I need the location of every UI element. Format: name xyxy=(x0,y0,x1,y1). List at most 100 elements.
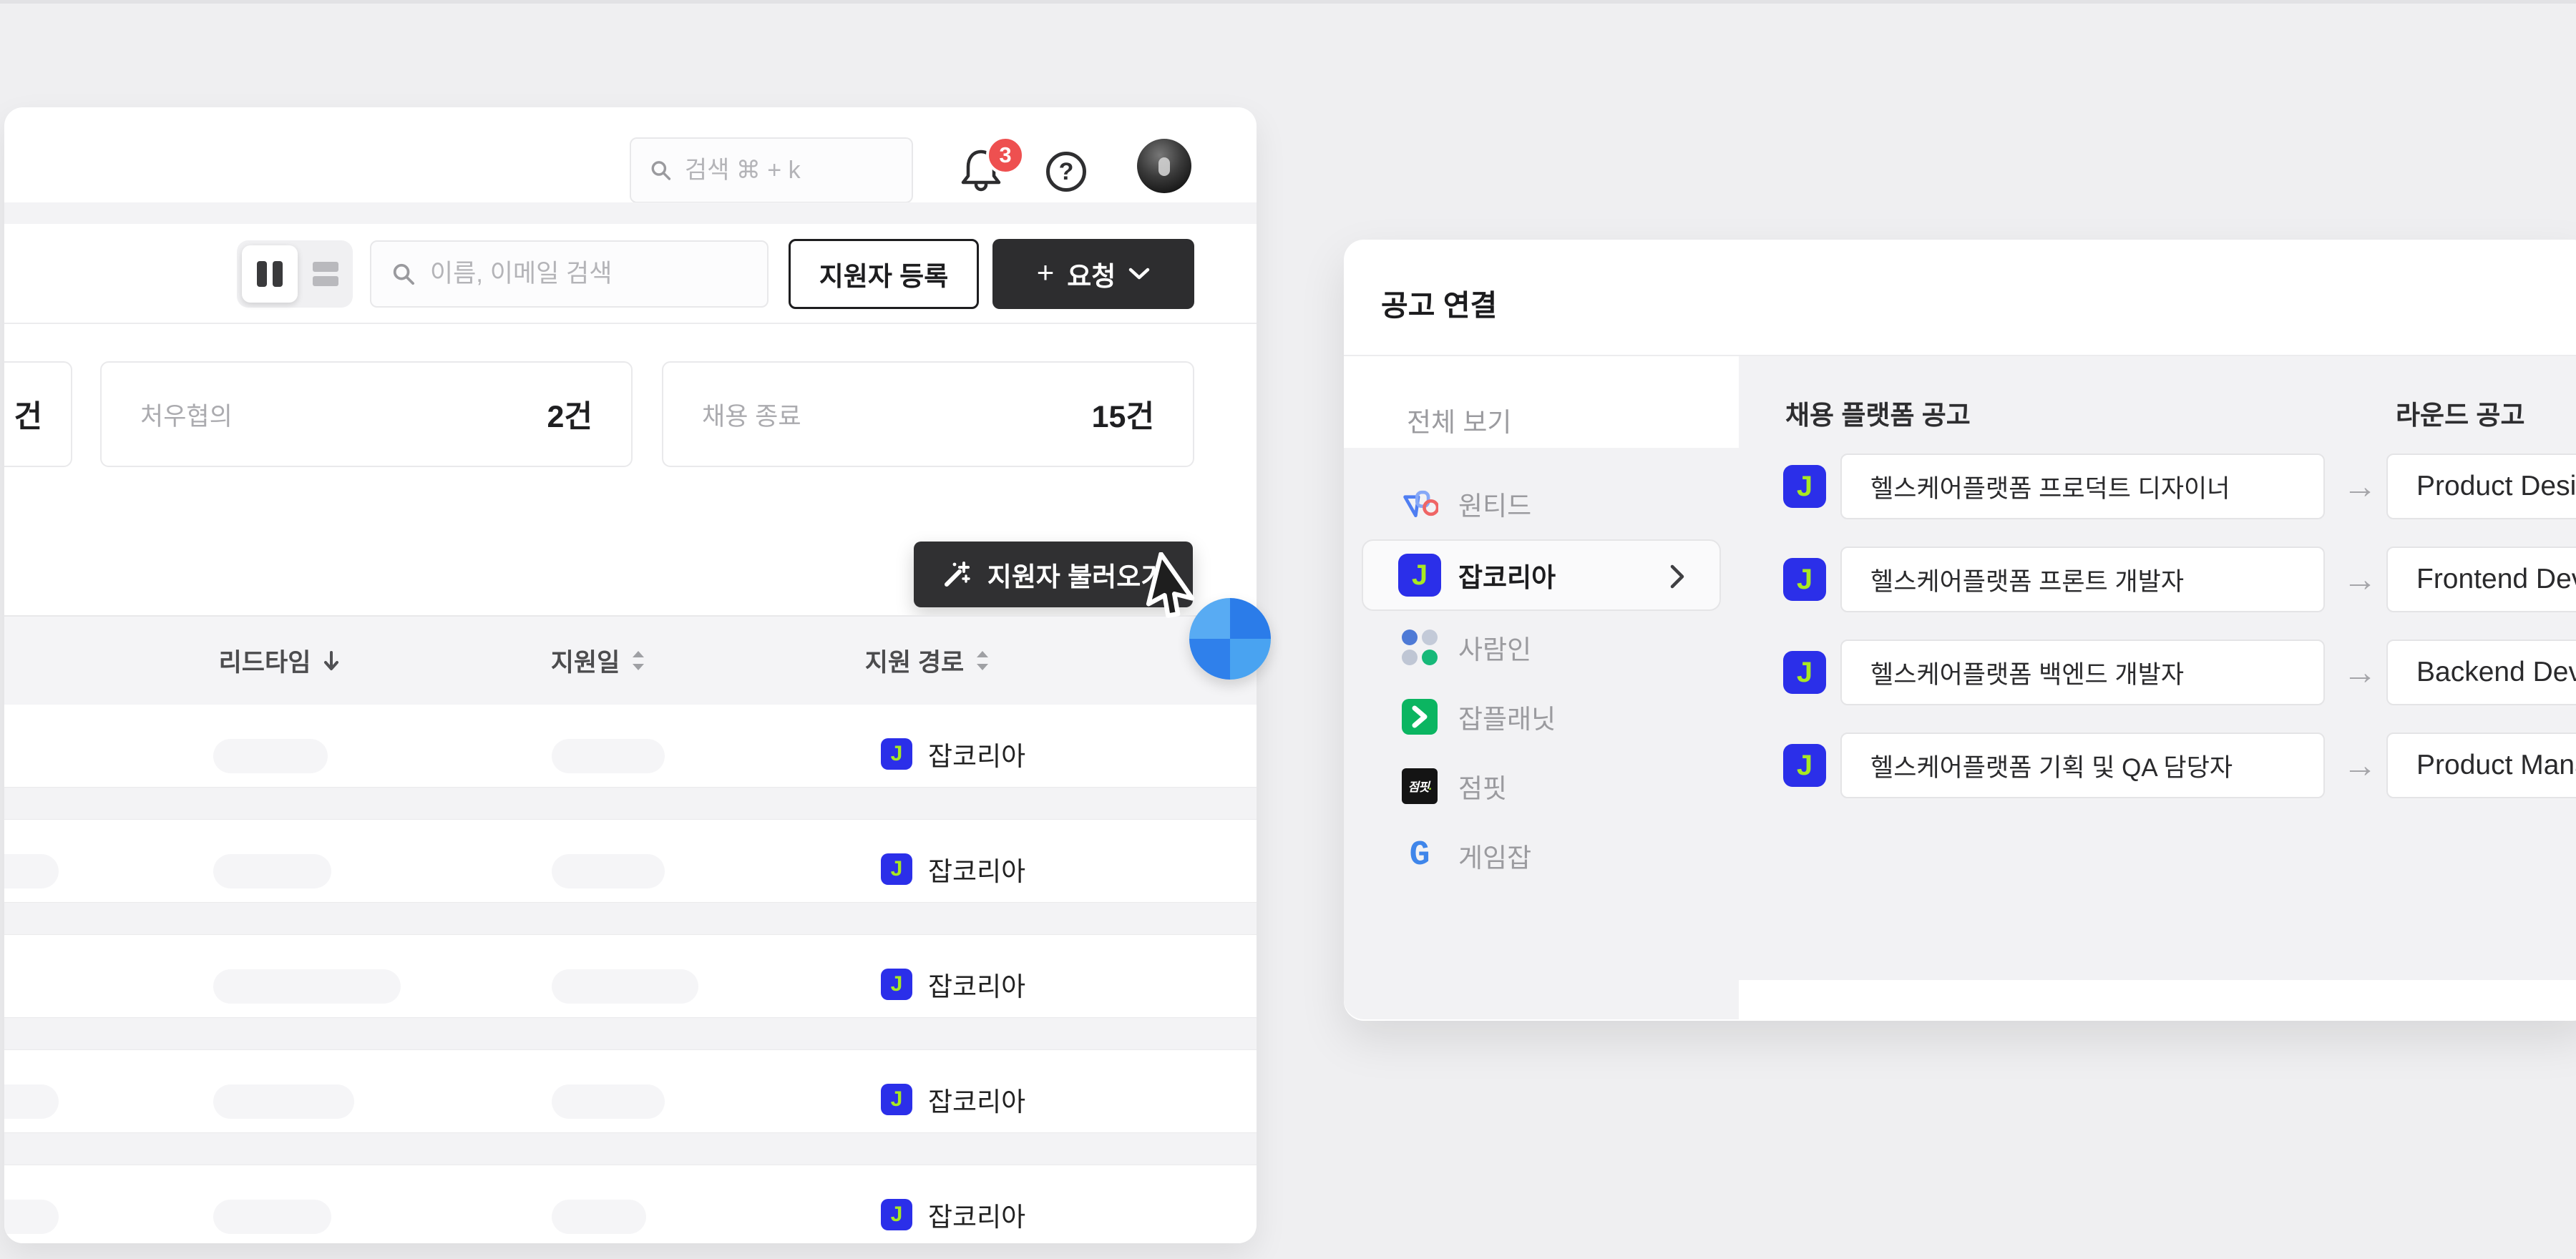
sort-both-icon xyxy=(975,650,990,672)
mouse-cursor-icon xyxy=(1139,552,1208,624)
jobkorea-logo-icon: J xyxy=(1783,558,1826,601)
jobkorea-logo-icon: J xyxy=(1401,557,1438,594)
platform-posting-card[interactable]: 헬스케어플랫폼 프론트 개발자 xyxy=(1840,547,2325,612)
sidebar-item-label: 게임잡 xyxy=(1458,836,1531,875)
table-row[interactable]: J 잡코리아 xyxy=(4,1050,1257,1165)
arrow-right-icon: → xyxy=(2338,640,2381,705)
sidebar-item-label: 사람인 xyxy=(1458,628,1531,667)
platform-posting-card[interactable]: 헬스케어플랫폼 기획 및 QA 담당자 xyxy=(1840,733,2325,798)
posting-connect-modal: 공고 연결 전체 보기 원티드 xyxy=(1344,240,2576,1021)
table-row[interactable]: J 잡코리아 xyxy=(4,935,1257,1050)
modal-body: 전체 보기 원티드 J 잡코리아 xyxy=(1344,356,2576,1019)
posting-mapping-row: J 헬스케어플랫폼 기획 및 QA 담당자 → Product Manager xyxy=(1739,733,2576,798)
sidebar-item-all[interactable]: 전체 보기 xyxy=(1344,356,1739,448)
global-search-input[interactable] xyxy=(685,157,893,185)
table-row[interactable]: J 잡코리아 xyxy=(4,705,1257,820)
global-search-box[interactable] xyxy=(630,137,913,203)
jobkorea-logo-icon: J xyxy=(1783,465,1826,508)
row-separator-band xyxy=(4,1017,1257,1050)
row-separator-band xyxy=(4,902,1257,935)
apply-source-cell: J 잡코리아 xyxy=(881,965,1025,1004)
sidebar-item-jobplanet[interactable]: 잡플래닛 xyxy=(1344,682,1739,751)
applicant-search-input[interactable] xyxy=(430,260,747,288)
skeleton-pill xyxy=(4,1200,59,1234)
sidebar-item-wanted[interactable]: 원티드 xyxy=(1344,469,1739,538)
search-icon xyxy=(650,157,672,183)
kanban-view-button[interactable] xyxy=(242,245,298,303)
arrow-right-icon: → xyxy=(2338,733,2381,798)
posting-mapping-row: J 헬스케어플랫폼 프로덕트 디자이너 → Product Designer xyxy=(1739,454,2576,519)
page: { "colors": { "page_bg": "#EFEFF1", "acc… xyxy=(0,0,2576,1259)
skeleton-pill xyxy=(4,1084,59,1119)
sidebar-item-gamejob[interactable]: G 게임잡 xyxy=(1344,820,1739,890)
posting-mapping-panel: 채용 플랫폼 공고 라운드 공고 J 헬스케어플랫폼 프로덕트 디자이너 → P… xyxy=(1739,356,2576,1019)
sidebar-item-label: 점핏 xyxy=(1458,767,1507,805)
column-header-leadtime[interactable]: 리드타임 xyxy=(176,617,384,705)
round-posting-card[interactable]: Product Manager xyxy=(2386,733,2576,798)
sidebar-item-jumpit[interactable]: 점핏. 점핏 xyxy=(1344,751,1739,820)
row-separator-band xyxy=(4,787,1257,820)
status-card-closed[interactable]: 채용 종료 15건 xyxy=(662,361,1194,467)
saramin-logo-icon xyxy=(1401,629,1438,666)
help-button[interactable]: ? xyxy=(1046,152,1086,192)
round-posting-card[interactable]: Backend Developer xyxy=(2386,640,2576,705)
request-button-label: 요청 xyxy=(1067,255,1116,293)
skeleton-pill xyxy=(213,739,328,773)
status-card-value: 건 xyxy=(14,392,42,436)
applicant-list-window: 3 ? 지원자 등록 + 요청 건 처우협의 2 xyxy=(4,107,1257,1243)
column-header-apply-source[interactable]: 지원 경로 xyxy=(820,617,1035,705)
import-applicants-label: 지원자 불러오기 xyxy=(987,555,1166,594)
sort-desc-icon xyxy=(322,650,341,672)
column-header-apply-date[interactable]: 지원일 xyxy=(498,617,698,705)
skeleton-pill xyxy=(552,854,665,888)
jobkorea-logo-icon: J xyxy=(1783,651,1826,694)
table-row[interactable]: J 잡코리아 xyxy=(4,1165,1257,1243)
skeleton-pill xyxy=(552,1200,646,1234)
view-toggle-group xyxy=(237,240,353,308)
request-button[interactable]: + 요청 xyxy=(992,239,1194,309)
status-card-negotiation[interactable]: 처우협의 2건 xyxy=(100,361,633,467)
round-postings-header: 라운드 공고 xyxy=(2396,393,2524,432)
jobkorea-logo-icon: J xyxy=(881,969,912,1000)
jobplanet-logo-icon xyxy=(1401,698,1438,735)
jobkorea-logo-icon: J xyxy=(881,1199,912,1230)
posting-mapping-row: J 헬스케어플랫폼 백엔드 개발자 → Backend Developer xyxy=(1739,640,2576,705)
skeleton-pill xyxy=(213,969,401,1004)
toolbar-divider xyxy=(4,323,1257,324)
user-avatar[interactable] xyxy=(1137,139,1191,193)
modal-title: 공고 연결 xyxy=(1381,281,1497,324)
platform-sidebar: 전체 보기 원티드 J 잡코리아 xyxy=(1344,356,1739,1019)
skeleton-pill xyxy=(213,1200,331,1234)
sidebar-item-saramin[interactable]: 사람인 xyxy=(1344,612,1739,682)
skeleton-pill xyxy=(213,1084,354,1119)
sidebar-item-jobkorea[interactable]: J 잡코리아 xyxy=(1362,539,1721,611)
notification-count-badge: 3 xyxy=(986,136,1025,175)
skeleton-pill xyxy=(552,739,665,773)
page-top-edge xyxy=(0,0,2576,4)
skeleton-pill xyxy=(213,854,331,888)
arrow-right-icon: → xyxy=(2338,547,2381,612)
jobkorea-logo-icon: J xyxy=(881,1084,912,1115)
platform-posting-card[interactable]: 헬스케어플랫폼 프로덕트 디자이너 xyxy=(1840,454,2325,519)
chevron-right-icon xyxy=(1668,562,1687,591)
row-separator-band xyxy=(4,1132,1257,1165)
platform-posting-card[interactable]: 헬스케어플랫폼 백엔드 개발자 xyxy=(1840,640,2325,705)
table-header-row: 리드타임 지원일 지원 경로 xyxy=(4,615,1257,705)
applicant-search-box[interactable] xyxy=(370,240,769,308)
table-row[interactable]: J 잡코리아 xyxy=(4,820,1257,935)
list-view-button[interactable] xyxy=(303,262,348,286)
help-icon: ? xyxy=(1059,158,1074,186)
register-applicant-button[interactable]: 지원자 등록 xyxy=(789,239,979,309)
status-card-partial[interactable]: 건 xyxy=(4,361,72,467)
jumpit-logo-icon: 점핏. xyxy=(1401,768,1438,805)
round-posting-card[interactable]: Frontend Developer xyxy=(2386,547,2576,612)
status-card-label: 채용 종료 xyxy=(702,396,801,433)
sidebar-item-label: 원티드 xyxy=(1458,484,1531,523)
apply-source-cell: J 잡코리아 xyxy=(881,1080,1025,1119)
magic-wand-icon xyxy=(942,559,972,589)
gamejob-logo-icon: G xyxy=(1401,837,1438,874)
search-icon xyxy=(391,260,416,288)
status-card-value: 15건 xyxy=(1092,392,1154,436)
round-posting-card[interactable]: Product Designer xyxy=(2386,454,2576,519)
chevron-down-icon xyxy=(1128,268,1150,280)
